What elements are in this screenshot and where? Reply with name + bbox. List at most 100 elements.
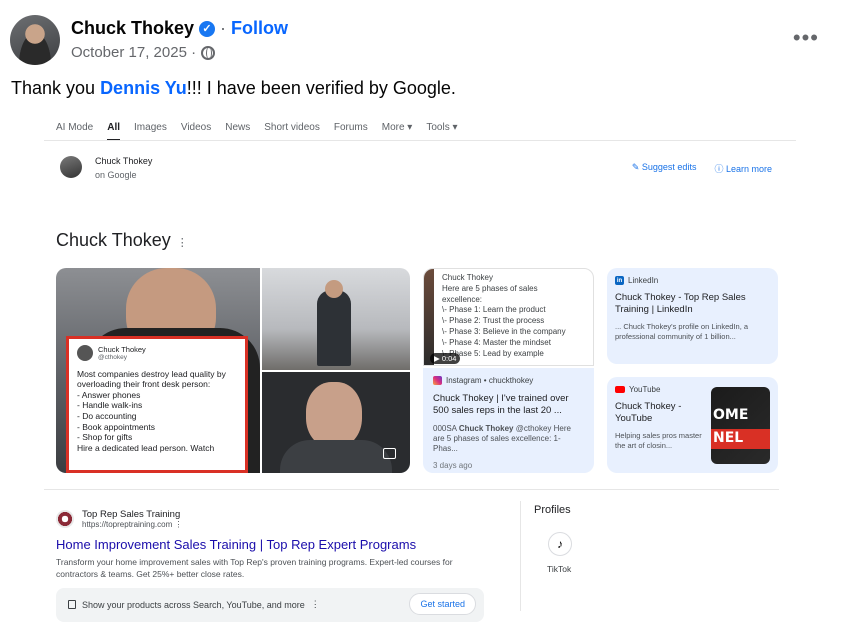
tweet-avatar (77, 345, 93, 361)
linkedin-source: in LinkedIn (615, 276, 770, 285)
linkedin-card: in LinkedIn Chuck Thokey - Top Rep Sales… (607, 268, 778, 364)
video-line: \- Phase 1: Learn the product (442, 305, 546, 315)
tab-short-videos: Short videos (264, 122, 320, 133)
instagram-source: Instagram • chuckthokey (433, 376, 584, 385)
video-line: \- Phase 3: Believe in the company (442, 326, 566, 336)
post-text-after: !!! I have been verified by Google. (186, 78, 456, 98)
kp-subtitle: on Google (95, 170, 137, 180)
tabs-divider (44, 140, 796, 141)
promo-text: Show your products across Search, YouTub… (82, 599, 305, 610)
instagram-snippet-prefix: 000SA (433, 423, 459, 433)
linkedin-snippet: ... Chuck Thokey's profile on LinkedIn, … (615, 321, 749, 341)
pencil-icon: ✎ (631, 162, 642, 172)
post-date[interactable]: October 17, 2025 · (71, 44, 196, 61)
tiktok-label: TikTok (547, 564, 572, 574)
tab-ai-mode: AI Mode (56, 122, 94, 133)
tweet-line: overloading their front desk person: (77, 379, 211, 390)
result-menu-icon: ⋮ (174, 520, 183, 529)
follow-button[interactable]: Follow (231, 18, 288, 39)
linkedin-title: Chuck Thokey - Top Rep Sales Training | … (615, 292, 746, 316)
youtube-title: Chuck Thokey - YouTube (615, 401, 682, 425)
thumb-text-2: NEL (713, 430, 744, 446)
instagram-date: 3 days ago (433, 460, 473, 470)
tiktok-icon: ♪ (548, 532, 572, 556)
knowledge-panel-header: Chuck Thokey on Google ✎ Suggest edits ⓘ… (60, 156, 778, 186)
tweet-line: - Shop for gifts (77, 432, 133, 443)
youtube-icon (615, 386, 625, 393)
tab-images: Images (134, 122, 167, 133)
tab-all: All (107, 122, 121, 141)
linkedin-source-text: LinkedIn (628, 276, 659, 285)
promo-menu-icon: ⋮ (310, 599, 320, 609)
video-text: Chuck Thokey Here are 5 phases of sales … (442, 273, 566, 359)
youtube-snippet: Helping sales pros master the art of clo… (615, 430, 702, 450)
profiles-section: Profiles ♪ TikTok (534, 504, 572, 574)
result-site-name: Top Rep Sales Training (82, 509, 181, 520)
kp-avatar (60, 156, 82, 178)
site-favicon-icon (56, 510, 74, 528)
tweet-header: Chuck Thokey @cthokey (77, 345, 237, 363)
video-line: Here are 5 phases of sales (442, 283, 538, 293)
separator: · (220, 18, 227, 38)
post-text: Thank you Dennis Yu!!! I have been verif… (11, 78, 456, 99)
video-line: excellence: (442, 294, 483, 304)
tab-videos: Videos (180, 122, 212, 133)
video-line: Chuck Thokey (442, 273, 493, 282)
gallery-icon (383, 448, 396, 459)
tweet-card: Chuck Thokey @cthokey Most companies des… (66, 336, 248, 473)
tweet-line: Hire a dedicated lead person. Watch (77, 442, 215, 453)
author-avatar[interactable] (10, 15, 60, 65)
tweet-line: - Do accounting (77, 411, 137, 421)
section-divider (44, 489, 779, 490)
result-site-row: Top Rep Sales Training https://topreptra… (56, 509, 496, 529)
linkedin-icon: in (615, 276, 624, 285)
result-url: https://topreptraining.com ⋮ (82, 520, 183, 529)
post-text-before: Thank you (11, 78, 101, 98)
get-started-button: Get started (409, 593, 476, 615)
video-thumbnail: Chuck Thokey Here are 5 phases of sales … (423, 268, 594, 366)
search-tabs: AI Mode All Images Videos News Short vid… (56, 122, 458, 141)
youtube-card: YouTube Chuck Thokey - YouTube Helping s… (607, 377, 778, 473)
video-duration: ▶ 0:04 (430, 353, 461, 364)
mention-link[interactable]: Dennis Yu (100, 78, 187, 98)
instagram-icon (433, 376, 442, 385)
result-description: Transform your home improvement sales wi… (56, 557, 453, 579)
video-edge (424, 269, 434, 365)
tweet-handle: @cthokey (98, 354, 127, 362)
kp-links: ✎ Suggest edits ⓘ Learn more (632, 162, 772, 175)
google-screenshot[interactable]: AI Mode All Images Videos News Short vid… (0, 116, 841, 622)
result-title: Home Improvement Sales Training | Top Re… (56, 537, 417, 552)
vertical-divider (520, 501, 521, 611)
thumb-text-1: OME (713, 407, 749, 423)
youtube-thumbnail: OME NEL (711, 387, 770, 464)
instagram-title: Chuck Thokey | I've trained over 500 sal… (433, 393, 569, 417)
headshot-face (306, 382, 362, 448)
video-duration-text: 0:04 (441, 354, 457, 363)
instagram-snippet-bold: Chuck Thokey (458, 423, 514, 433)
tweet-line: - Book appointments (77, 421, 155, 432)
tweet-line: - Handle walk-ins (77, 400, 143, 411)
promo-bar: Show your products across Search, YouTub… (56, 588, 484, 622)
tab-forums: Forums (333, 122, 368, 133)
headshot-suit (280, 440, 392, 473)
instagram-card: Instagram • chuckthokey Chuck Thokey | I… (423, 368, 594, 473)
learn-more-label: Learn more (725, 164, 772, 174)
video-line: \- Phase 4: Master the mindset (442, 337, 551, 347)
image-collage: Chuck Thokey @cthokey Most companies des… (56, 268, 410, 473)
author-name[interactable]: Chuck Thokey (71, 18, 194, 39)
youtube-source-text: YouTube (629, 385, 661, 394)
image-speaker-closeup: Chuck Thokey @cthokey Most companies des… (56, 268, 260, 473)
suggest-edits-label: Suggest edits (641, 162, 697, 172)
entity-name: Chuck Thokey (56, 230, 171, 250)
result-site-info: Top Rep Sales Training https://topreptra… (82, 509, 183, 529)
learn-more-link: ⓘ Learn more (714, 162, 772, 175)
tweet-line: Most companies destroy lead quality by (77, 368, 226, 379)
kp-name: Chuck Thokey (95, 156, 153, 166)
tweet-name: Chuck Thokey (98, 345, 146, 354)
instagram-snippet: 000SA Chuck Thokey @cthokey Here are 5 p… (433, 424, 584, 455)
result-url-text: https://topreptraining.com (82, 520, 173, 529)
post-meta: October 17, 2025 · (71, 44, 216, 61)
instagram-source-text: Instagram • chuckthokey (446, 376, 534, 385)
info-icon: ⓘ (714, 164, 726, 174)
more-options-icon[interactable]: ••• (793, 25, 819, 51)
